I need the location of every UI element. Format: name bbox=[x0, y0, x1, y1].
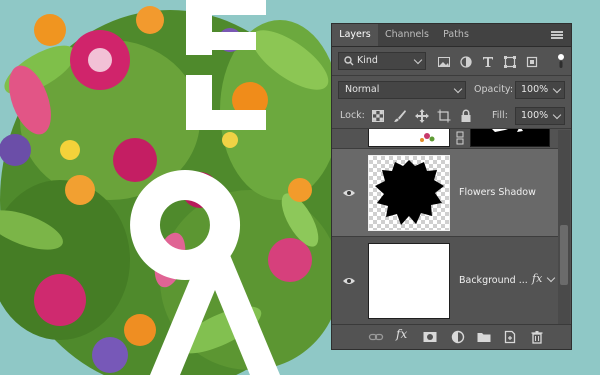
new-layer-icon[interactable] bbox=[502, 329, 518, 345]
divider bbox=[332, 75, 571, 76]
add-mask-icon[interactable] bbox=[422, 329, 438, 345]
layer-thumbnail bbox=[368, 155, 450, 231]
mask-link-icon[interactable] bbox=[454, 131, 466, 145]
blend-row: Normal Opacity: 100% bbox=[332, 79, 571, 101]
link-layers-icon[interactable] bbox=[368, 329, 384, 345]
chevron-down-icon bbox=[453, 84, 463, 94]
layers-list: Flowers Shadow Background ... fx bbox=[332, 129, 571, 325]
tab-paths[interactable]: Paths bbox=[436, 24, 476, 46]
layer-name[interactable]: Flowers Shadow bbox=[459, 187, 536, 198]
shape-filter-icon[interactable] bbox=[502, 54, 518, 70]
lock-position-icon[interactable] bbox=[414, 108, 430, 124]
lock-artboard-icon[interactable] bbox=[436, 108, 452, 124]
chevron-down-icon bbox=[413, 55, 423, 65]
fill-value: 100% bbox=[521, 110, 549, 121]
layer-name[interactable]: Background ... bbox=[459, 275, 528, 286]
search-icon bbox=[344, 56, 354, 66]
layer-row-background[interactable]: Background ... fx bbox=[332, 237, 558, 325]
blend-mode-value: Normal bbox=[345, 84, 380, 95]
panel-tab-bar: Layers Channels Paths bbox=[332, 24, 571, 47]
fill-label: Fill: bbox=[492, 110, 508, 121]
filter-toggle-icon[interactable] bbox=[557, 53, 565, 69]
adjustment-layer-icon[interactable] bbox=[450, 329, 466, 345]
layer-thumbnail bbox=[368, 243, 450, 319]
delete-icon[interactable] bbox=[529, 329, 545, 345]
chevron-down-icon bbox=[552, 84, 562, 94]
opacity-value: 100% bbox=[521, 84, 549, 95]
layer-thumbnail bbox=[368, 129, 450, 147]
layer-row[interactable] bbox=[332, 129, 558, 149]
add-style-icon[interactable]: fx bbox=[396, 327, 412, 343]
lock-row: Lock: Fill: 100% bbox=[332, 105, 571, 127]
lock-all-icon[interactable] bbox=[458, 108, 474, 124]
type-filter-icon[interactable] bbox=[480, 54, 496, 70]
filter-kind-select[interactable]: Kind bbox=[338, 52, 426, 70]
effects-icon[interactable]: fx bbox=[532, 272, 542, 285]
image-filter-icon[interactable] bbox=[436, 54, 452, 70]
layer-row-flowers-shadow[interactable]: Flowers Shadow bbox=[332, 149, 558, 237]
filter-kind-label: Kind bbox=[357, 55, 378, 66]
layers-bottom-toolbar: fx bbox=[332, 324, 571, 349]
opacity-input[interactable]: 100% bbox=[515, 81, 565, 99]
layers-panel: Layers Channels Paths Kind Normal Opacit… bbox=[331, 23, 572, 350]
lock-image-pixels-icon[interactable] bbox=[392, 108, 408, 124]
tab-layers[interactable]: Layers bbox=[332, 24, 378, 46]
panel-menu-icon[interactable] bbox=[551, 31, 563, 39]
opacity-label: Opacity: bbox=[474, 84, 514, 95]
filter-row: Kind bbox=[332, 50, 571, 72]
smart-object-filter-icon[interactable] bbox=[524, 54, 540, 70]
visibility-eye-icon[interactable] bbox=[342, 188, 356, 198]
adjustment-filter-icon[interactable] bbox=[458, 54, 474, 70]
mask-shape-icon bbox=[492, 129, 523, 132]
shadow-silhouette-icon bbox=[375, 160, 444, 225]
flower-thumbnail-icon bbox=[420, 133, 435, 142]
blend-mode-select[interactable]: Normal bbox=[338, 81, 466, 99]
layer-mask-thumbnail bbox=[470, 129, 550, 147]
chevron-down-icon bbox=[552, 110, 562, 120]
lock-transparent-pixels-icon[interactable] bbox=[370, 108, 386, 124]
scrollbar-thumb[interactable] bbox=[560, 225, 568, 285]
fill-input[interactable]: 100% bbox=[515, 107, 565, 125]
lock-label: Lock: bbox=[340, 110, 365, 121]
visibility-eye-icon[interactable] bbox=[342, 276, 356, 286]
tab-channels[interactable]: Channels bbox=[378, 24, 436, 46]
layers-scrollbar[interactable] bbox=[558, 130, 570, 326]
expand-effects-icon[interactable] bbox=[546, 273, 556, 283]
new-group-icon[interactable] bbox=[476, 329, 492, 345]
